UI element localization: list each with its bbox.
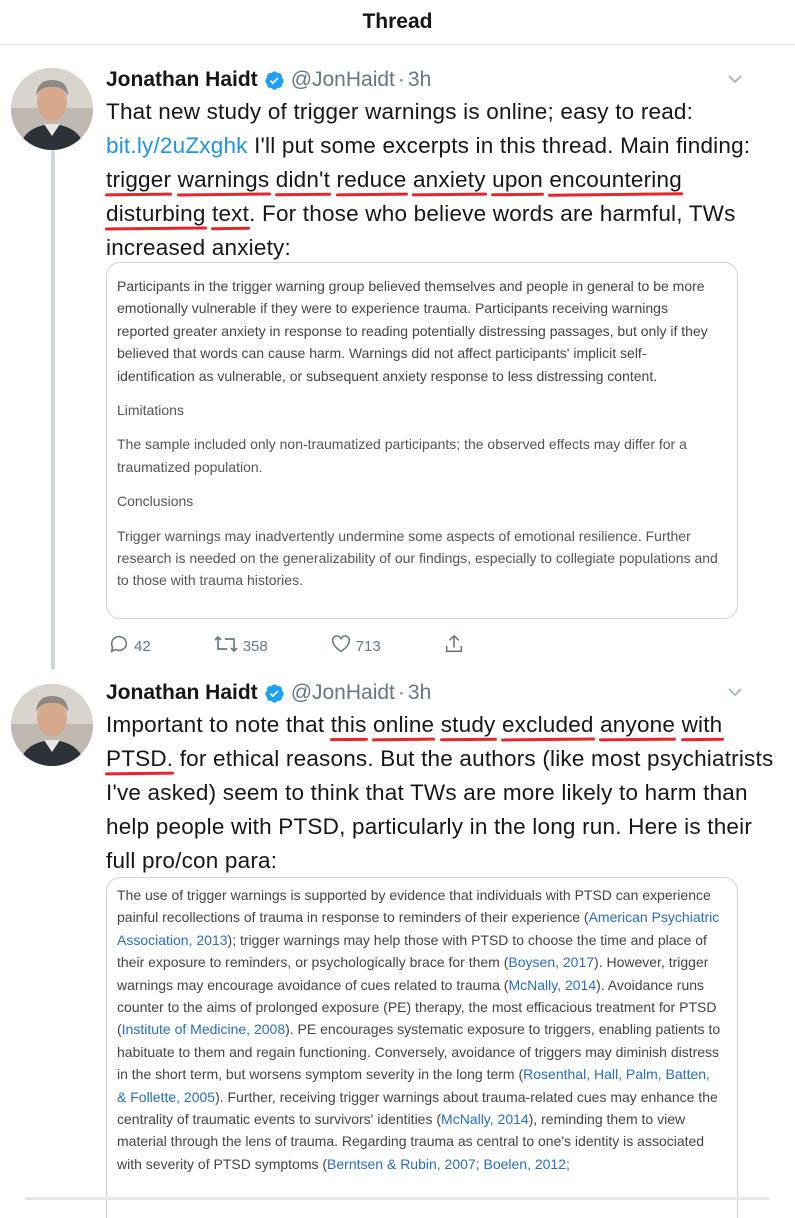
tweet-2[interactable]: Jonathan Haidt @JonHaidt · 3h Important … — [0, 672, 795, 1218]
author-handle[interactable]: @JonHaidt — [291, 68, 395, 92]
underlined-word: didn't — [276, 163, 330, 197]
underlined-word: anyone — [600, 708, 675, 742]
underlined-word: reduce — [337, 163, 407, 197]
citation-link[interactable]: McNally, 2014 — [441, 1111, 529, 1127]
citation-link[interactable]: Institute of Medicine, 2008 — [122, 1021, 285, 1037]
tweet-1[interactable]: Jonathan Haidt @JonHaidt · 3h That new s… — [0, 0, 795, 670]
chevron-down-icon[interactable] — [727, 684, 743, 700]
reply-button[interactable]: 42 — [108, 633, 151, 659]
underlined-word: warnings — [178, 163, 270, 197]
excerpt-paragraph: The use of trigger warnings is supported… — [117, 884, 721, 1175]
underlined-word: study — [441, 708, 496, 742]
underlined-word: this — [331, 708, 367, 742]
verified-icon — [264, 683, 285, 704]
timestamp[interactable]: 3h — [408, 68, 431, 92]
tweet-text: That new study of trigger warnings is on… — [106, 95, 775, 265]
underlined-word: PTSD. — [106, 742, 173, 776]
quoted-excerpt-card[interactable]: Participants in the trigger warning grou… — [106, 262, 738, 619]
author-name[interactable]: Jonathan Haidt — [106, 681, 258, 705]
underlined-word: with — [682, 708, 723, 742]
avatar[interactable] — [11, 684, 93, 766]
excerpt-heading: Conclusions — [117, 493, 194, 510]
tweet-text-segment: I'll put some excerpts in this thread. M… — [247, 133, 751, 158]
excerpt-paragraph: The sample included only non-traumatized… — [117, 436, 687, 475]
tweet-header: Jonathan Haidt @JonHaidt · 3h — [106, 678, 775, 708]
citation-link[interactable]: Boysen, 2017 — [508, 954, 594, 970]
like-button[interactable]: 713 — [330, 633, 381, 659]
timestamp[interactable]: 3h — [408, 681, 431, 705]
share-icon — [443, 633, 469, 659]
underlined-word: trigger — [106, 163, 171, 197]
underlined-word: encountering — [549, 163, 682, 197]
separator-dot: · — [397, 681, 405, 704]
share-button[interactable] — [443, 633, 469, 659]
tweet-header: Jonathan Haidt @JonHaidt · 3h — [106, 65, 775, 95]
retweet-count: 358 — [242, 637, 268, 655]
tweet-text-segment: That new study of trigger warnings is on… — [106, 99, 694, 124]
citation-link[interactable]: McNally, 2014 — [508, 977, 596, 993]
quoted-excerpt-card[interactable]: The use of trigger warnings is supported… — [106, 877, 738, 1218]
tweet-actions: 42 358 713 — [108, 633, 531, 659]
underlined-word: upon — [492, 163, 543, 197]
underlined-word: anxiety — [413, 163, 486, 197]
separator-dot: · — [397, 68, 405, 91]
excerpt-heading: Limitations — [117, 402, 184, 419]
tweet-text-segment: for ethical reasons. But the authors (li… — [106, 746, 774, 873]
citation-link[interactable]: Berntsen & Rubin, 2007; Boelen, 2012; — [327, 1156, 570, 1172]
underlined-word: online — [373, 708, 434, 742]
retweet-icon — [213, 633, 243, 659]
avatar[interactable] — [11, 68, 93, 150]
excerpt-paragraph: Participants in the trigger warning grou… — [117, 278, 708, 384]
like-count: 713 — [355, 637, 381, 655]
retweet-button[interactable]: 358 — [213, 633, 268, 659]
reply-count: 42 — [134, 637, 151, 655]
reply-icon — [108, 633, 134, 659]
chevron-down-icon[interactable] — [727, 71, 743, 87]
underlined-word: disturbing — [106, 197, 206, 231]
like-icon — [330, 633, 356, 659]
underlined-word: excluded — [502, 708, 594, 742]
tweet-text: Important to note that this online study… — [106, 708, 775, 878]
excerpt-paragraph: Trigger warnings may inadvertently under… — [117, 527, 718, 589]
tweet-link[interactable]: bit.ly/2uZxghk — [106, 133, 248, 158]
author-name[interactable]: Jonathan Haidt — [106, 68, 258, 92]
author-handle[interactable]: @JonHaidt — [291, 681, 395, 705]
tweet-text-segment: Important to note that — [106, 712, 331, 737]
verified-icon — [264, 70, 285, 91]
underlined-word: text — [212, 197, 249, 231]
